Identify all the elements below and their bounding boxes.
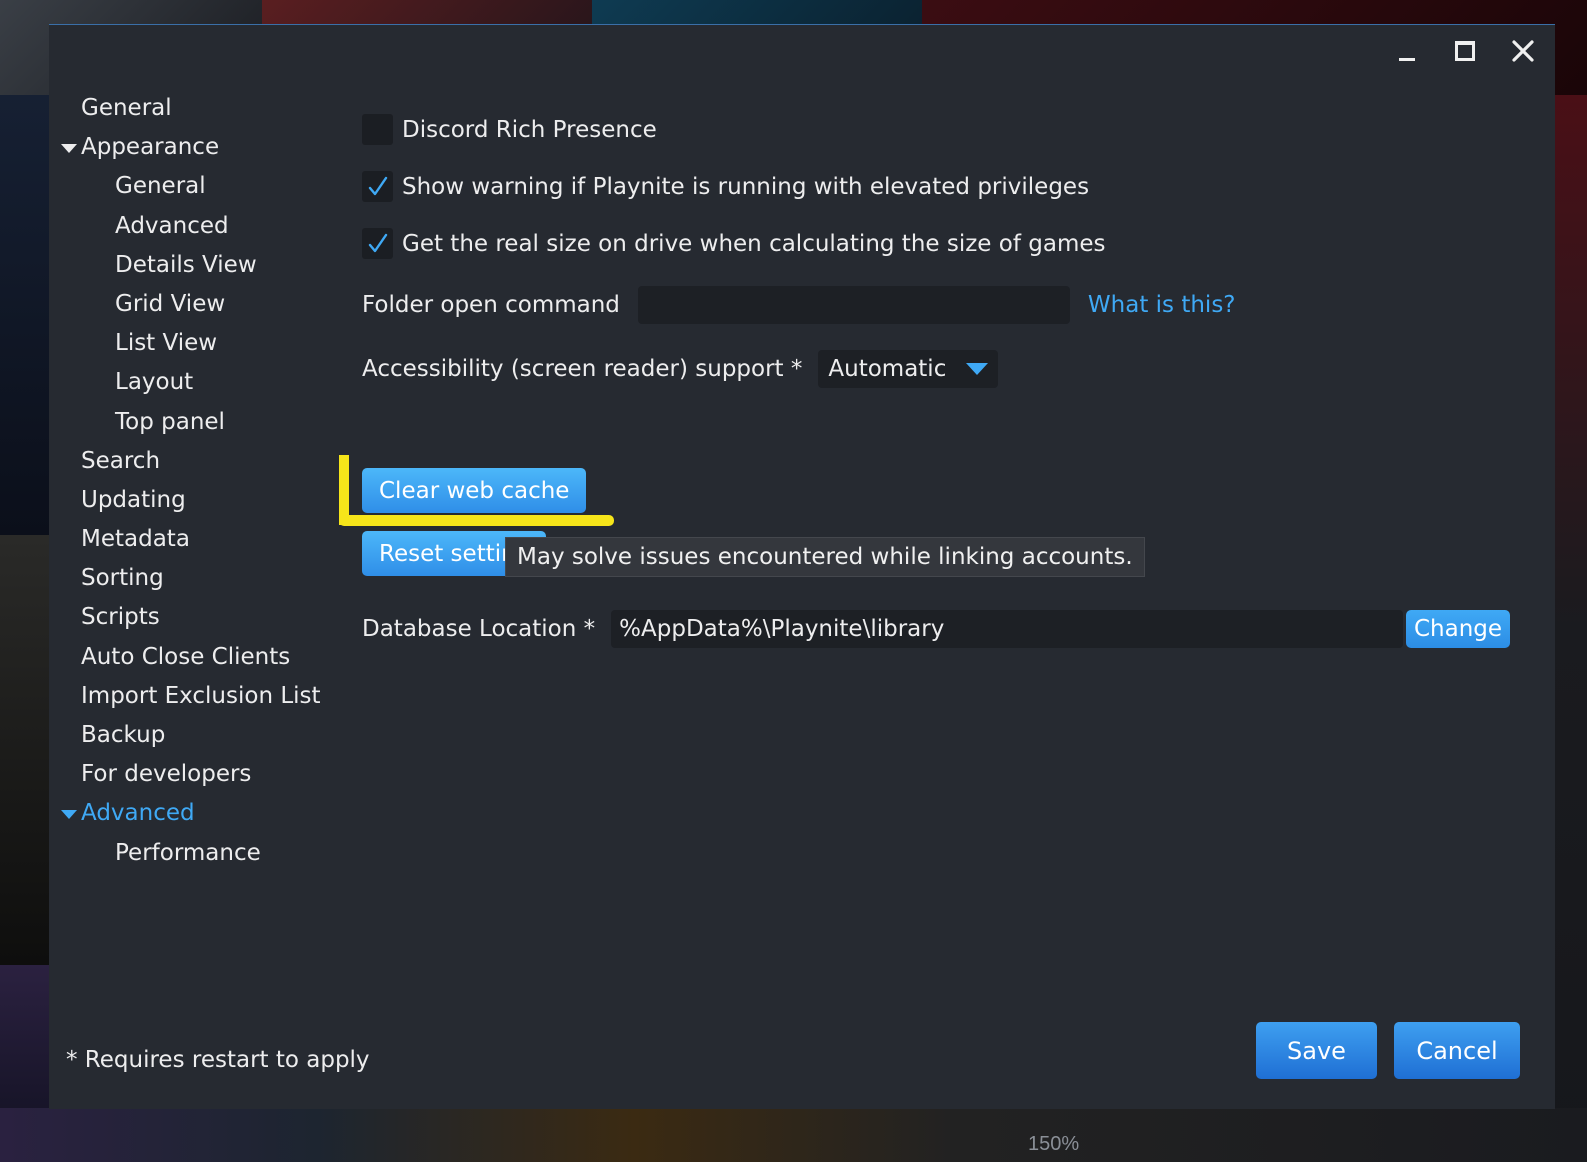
sidebar-item-search[interactable]: Search [59,442,349,481]
real-size-row: Get the real size on drive when calculat… [362,228,1105,259]
sidebar-item-label: List View [115,330,218,357]
sidebar-item-label: General [81,95,172,121]
tooltip: May solve issues encountered while linki… [505,537,1145,577]
sidebar-item-label: Advanced [81,800,195,827]
sidebar-item-metadata[interactable]: Metadata [59,520,349,559]
sidebar-item-label: For developers [81,761,252,788]
sidebar-item-auto-close-clients[interactable]: Auto Close Clients [59,638,349,677]
discord-rich-presence-label: Discord Rich Presence [402,116,657,143]
sidebar-item-performance[interactable]: Performance [59,834,349,873]
real-size-checkbox[interactable] [362,228,393,259]
sidebar-item-import-exclusion-list[interactable]: Import Exclusion List [59,677,349,716]
sidebar-item-label: Metadata [81,526,190,553]
clear-web-cache-button[interactable]: Clear web cache [362,468,587,513]
checkmark-icon [368,233,387,252]
sidebar-item-general[interactable]: General [59,89,349,128]
elevated-warning-label: Show warning if Playnite is running with… [402,173,1090,200]
sidebar-item-label: Auto Close Clients [81,643,291,670]
accessibility-select[interactable]: Automatic [818,350,999,388]
database-location-input[interactable]: %AppData%\Playnite\library [611,610,1404,648]
sidebar-item-label: Updating [81,486,186,513]
elevated-warning-checkbox[interactable] [362,171,393,202]
elevated-warning-row: Show warning if Playnite is running with… [362,171,1089,202]
folder-open-command-row: Folder open command What is this? [362,286,1236,324]
what-is-this-link[interactable]: What is this? [1088,292,1236,318]
sidebar-item-advanced[interactable]: Advanced [59,794,349,833]
sidebar-item-appearance[interactable]: Appearance [59,128,349,167]
folder-open-command-input[interactable] [637,286,1070,324]
highlight-annotation [339,515,614,526]
caret-down-icon[interactable] [61,810,77,820]
sidebar-item-label: Backup [81,722,166,748]
sidebar-item-appearance-general[interactable]: General [59,167,349,206]
sidebar-item-label: Top panel [115,408,225,435]
sidebar-item-layout[interactable]: Layout [59,363,349,402]
sidebar-item-label: Grid View [115,290,226,317]
sidebar-item-scripts[interactable]: Scripts [59,598,349,637]
change-database-button[interactable]: Change [1406,610,1511,648]
database-location-row: Database Location * %AppData%\Playnite\l… [362,610,1404,648]
settings-window: General Appearance General Advanced Deta… [49,24,1555,1109]
sidebar-item-sorting[interactable]: Sorting [59,559,349,598]
sidebar-item-list-view[interactable]: List View [59,324,349,363]
sidebar-item-label: Search [81,447,161,474]
accessibility-select-value: Automatic [828,356,947,382]
sidebar-item-grid-view[interactable]: Grid View [59,285,349,324]
background-zoom-label: 150% [1028,1133,1080,1155]
discord-rich-presence-row: Discord Rich Presence [362,114,657,145]
discord-rich-presence-checkbox[interactable] [362,114,393,145]
real-size-label: Get the real size on drive when calculat… [402,230,1106,257]
sidebar-item-updating[interactable]: Updating [59,481,349,520]
sidebar-item-details-view[interactable]: Details View [59,246,349,285]
sidebar-item-backup[interactable]: Backup [59,716,349,755]
database-location-label: Database Location * [362,616,596,642]
sidebar-item-top-panel[interactable]: Top panel [59,403,349,442]
background-tile [0,95,50,535]
background-tile [0,535,50,965]
accessibility-row: Accessibility (screen reader) support * … [362,350,999,388]
sidebar-item-label: Layout [115,369,194,396]
dropdown-arrow-icon [966,363,989,375]
sidebar-item-label: Performance [115,839,261,866]
sidebar-item-for-developers[interactable]: For developers [59,755,349,794]
caret-down-icon[interactable] [61,144,77,154]
background-tile [1555,95,1587,1162]
background-tile [0,1108,1587,1162]
sidebar-item-appearance-advanced[interactable]: Advanced [59,207,349,246]
accessibility-label: Accessibility (screen reader) support * [362,356,803,382]
sidebar-item-label: Advanced [115,212,229,239]
save-button[interactable]: Save [1256,1022,1377,1079]
checkmark-icon [368,176,387,195]
sidebar-item-label: Appearance [81,134,220,161]
sidebar-item-label: Scripts [81,604,160,631]
settings-sidebar: General Appearance General Advanced Deta… [59,89,349,873]
settings-content: Discord Rich Presence Show warning if Pl… [339,25,1555,1109]
sidebar-item-label: General [115,173,206,200]
folder-open-command-label: Folder open command [362,292,620,318]
cancel-button[interactable]: Cancel [1394,1022,1520,1079]
sidebar-item-label: Details View [115,251,257,278]
sidebar-item-label: Import Exclusion List [81,682,321,709]
restart-note: * Requires restart to apply [66,1047,370,1073]
sidebar-item-label: Sorting [81,565,164,592]
